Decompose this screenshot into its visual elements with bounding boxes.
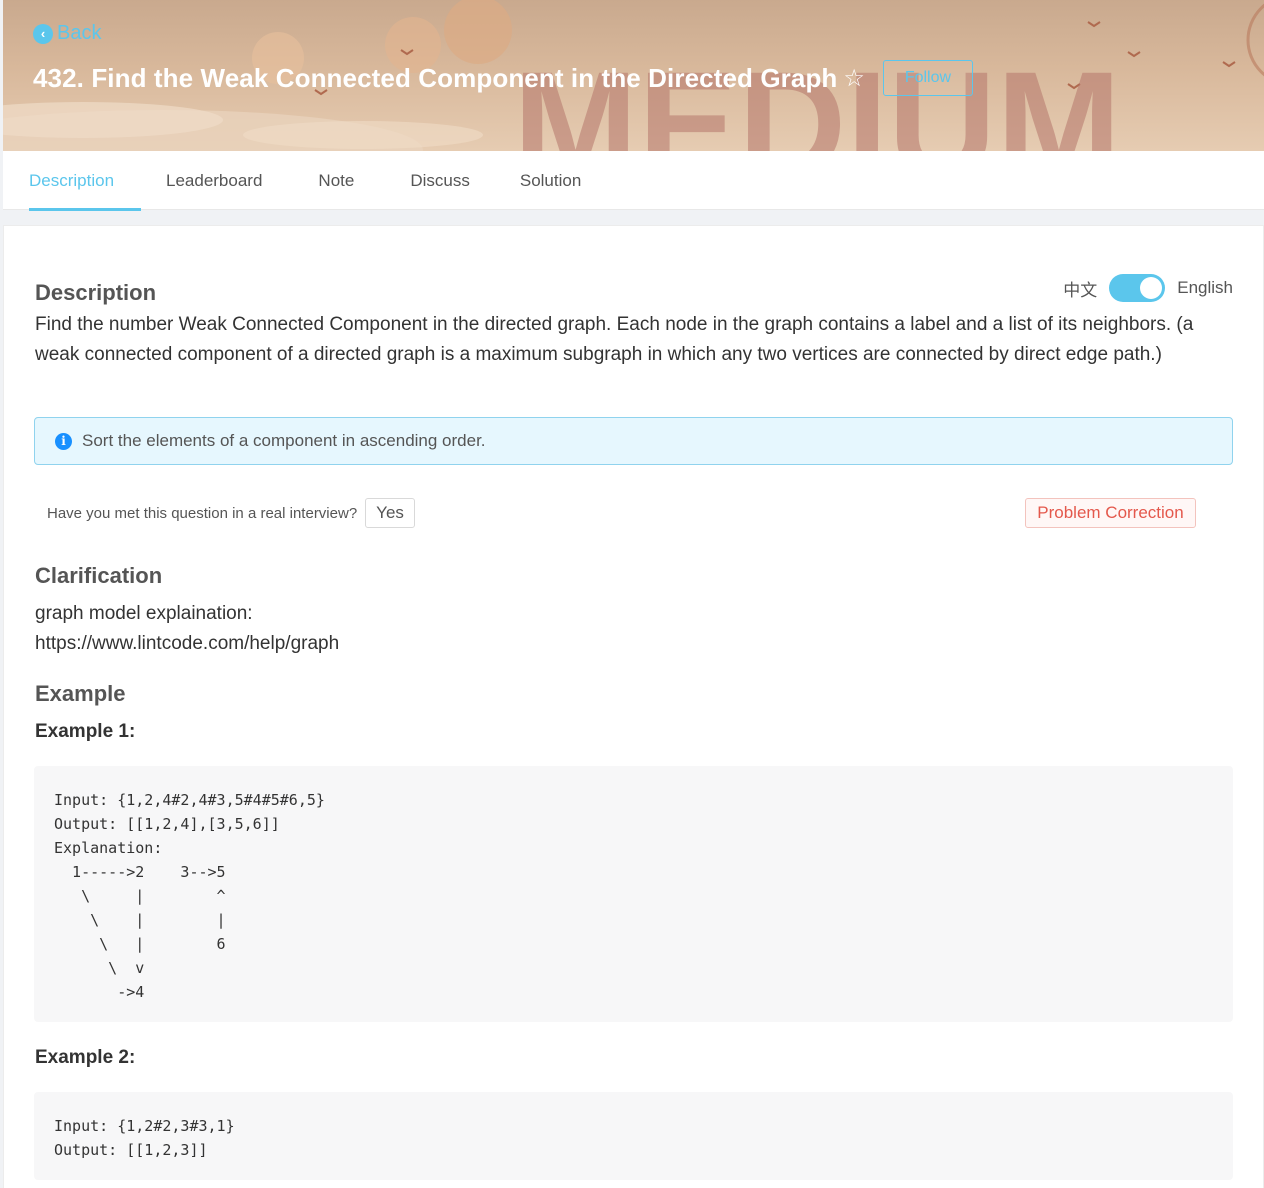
language-switch[interactable] [1109, 274, 1166, 302]
example-heading: Example [35, 681, 126, 706]
notice-text: Sort the elements of a component in asce… [82, 431, 486, 450]
interview-question-text: Have you met this question in a real int… [47, 504, 358, 522]
tab-description-label: Description [29, 170, 115, 190]
tab-discuss-label: Discuss [410, 170, 470, 190]
clarification-line-1: graph model explaination: [35, 603, 253, 624]
tab-solution[interactable]: Solution [520, 151, 581, 210]
tab-note-label: Note [318, 170, 355, 190]
description-heading: Description [35, 280, 157, 305]
star-icon[interactable]: ☆ [843, 64, 865, 93]
lang-zh-label: 中文 [1063, 280, 1098, 300]
follow-button[interactable]: Follow [882, 60, 973, 96]
example-1-code: Input: {1,2,4#2,4#3,5#4#5#6,5} Output: [… [54, 791, 325, 1001]
clarification-heading: Clarification [35, 563, 163, 588]
notice-box: i Sort the elements of a component in as… [34, 417, 1233, 465]
problem-title: 432. Find the Weak Connected Component i… [33, 62, 838, 93]
example-1-code-block: Input: {1,2,4#2,4#3,5#4#5#6,5} Output: [… [34, 766, 1233, 1022]
tab-note[interactable]: Note [318, 151, 354, 210]
problem-content: Description 中文 English Find the number W… [3, 225, 1264, 1188]
interview-question: Have you met this question in a real int… [47, 498, 415, 528]
example-2-title: Example 2: [35, 1047, 136, 1068]
example-1-title: Example 1: [35, 721, 136, 742]
chevron-left-icon: ‹ [33, 23, 53, 44]
back-label: Back [57, 22, 102, 44]
yes-button[interactable]: Yes [365, 498, 415, 528]
tab-discuss[interactable]: Discuss [410, 151, 470, 210]
example-2-code-block: Input: {1,2#2,3#3,1} Output: [[1,2,3]] [34, 1092, 1233, 1180]
tab-leaderboard-label: Leaderboard [166, 170, 263, 190]
description-text: Find the number Weak Connected Component… [35, 314, 1194, 365]
clarification-link[interactable]: https://www.lintcode.com/help/graph [35, 629, 339, 659]
problem-tabs: Description Leaderboard Note Discuss Sol… [3, 151, 1264, 211]
title-row: 432. Find the Weak Connected Component i… [33, 60, 973, 96]
info-icon: i [55, 432, 72, 450]
switch-knob [1140, 277, 1163, 299]
tab-description[interactable]: Description [29, 151, 141, 211]
problem-header-banner: MEDIUM ‹ Back 432. Find the Weak Connect… [3, 0, 1264, 151]
example-2-code: Input: {1,2#2,3#3,1} Output: [[1,2,3]] [54, 1117, 235, 1159]
lang-en-label: English [1177, 278, 1233, 297]
problem-correction-button[interactable]: Problem Correction [1025, 498, 1196, 528]
tab-solution-label: Solution [519, 170, 582, 190]
language-toggle: 中文 English [1063, 274, 1233, 302]
back-link[interactable]: ‹ Back [33, 22, 101, 45]
tab-leaderboard[interactable]: Leaderboard [166, 151, 262, 210]
